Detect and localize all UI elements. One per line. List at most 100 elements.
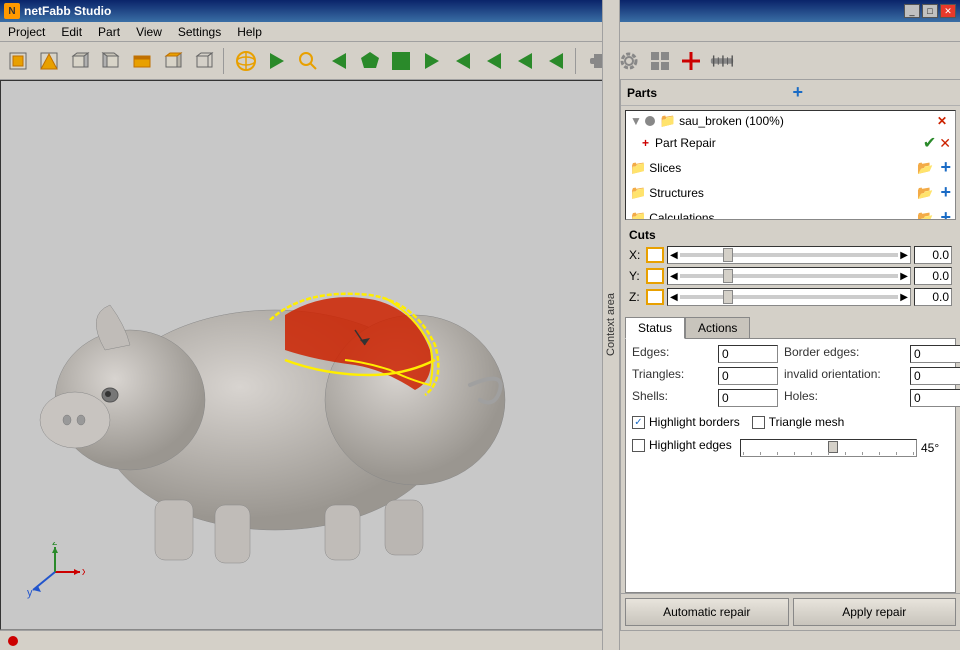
tree-label-slices: Slices xyxy=(649,161,681,175)
svg-text:y: y xyxy=(27,587,33,599)
edges-value: 0 xyxy=(718,345,778,363)
view-bottom-button[interactable] xyxy=(128,47,156,75)
cut-x-checkbox[interactable] xyxy=(646,247,664,263)
tab-status[interactable]: Status xyxy=(625,317,685,339)
cut-y-value[interactable]: 0.0 xyxy=(914,267,952,285)
parts-add-button[interactable]: + xyxy=(793,82,955,103)
pig-scene xyxy=(1,81,619,629)
angle-value: 45° xyxy=(921,441,949,455)
cut-row-z: Z: ◀ ▶ 0.0 xyxy=(629,288,952,306)
menu-project[interactable]: Project xyxy=(4,24,49,40)
highlight-edges-checkbox[interactable] xyxy=(632,439,645,452)
cut-x-value[interactable]: 0.0 xyxy=(914,246,952,264)
view-solid-button[interactable] xyxy=(159,47,187,75)
angle-slider[interactable] xyxy=(740,439,917,457)
cut-x-thumb[interactable] xyxy=(723,248,733,262)
minimize-button[interactable]: _ xyxy=(904,4,920,18)
invalid-orient-value: 0 xyxy=(910,367,960,385)
cut-x-arrow-left[interactable]: ◀ xyxy=(670,250,678,261)
status-grid: Edges: 0 Border edges: 0 Triangles: 0 in… xyxy=(632,345,949,407)
cut-z-value[interactable]: 0.0 xyxy=(914,288,952,306)
menubar: Project Edit Part View Settings Help xyxy=(0,22,960,42)
grid-button[interactable] xyxy=(646,47,674,75)
tree-row-repair[interactable]: + Part Repair ✔ ✕ xyxy=(638,131,955,155)
arrow-right-1-button[interactable] xyxy=(263,47,291,75)
status-tabs: Status Actions xyxy=(625,317,956,338)
cut-y-checkbox[interactable] xyxy=(646,268,664,284)
angle-ticks xyxy=(741,452,916,456)
square-green-button[interactable] xyxy=(387,47,415,75)
calculations-folder-icon: 📁 xyxy=(630,210,646,221)
view-right-button[interactable] xyxy=(66,47,94,75)
cut-y-arrow-left[interactable]: ◀ xyxy=(670,271,678,282)
highlight-borders-checkbox[interactable] xyxy=(632,416,645,429)
cut-z-thumb[interactable] xyxy=(723,290,733,304)
view-front-button[interactable] xyxy=(4,47,32,75)
pentagon-button[interactable] xyxy=(356,47,384,75)
separator-2 xyxy=(575,48,579,74)
structures-folder-icon: 📁 xyxy=(630,185,646,201)
close-button[interactable]: ✕ xyxy=(940,4,956,18)
menu-settings[interactable]: Settings xyxy=(174,24,225,40)
viewport[interactable]: x z y xyxy=(0,80,620,630)
tab-actions[interactable]: Actions xyxy=(685,317,750,338)
highlight-borders-row: Highlight borders xyxy=(632,415,740,429)
triangles-value: 0 xyxy=(718,367,778,385)
cut-x-arrow-right[interactable]: ▶ xyxy=(900,250,908,261)
tree-row-calculations[interactable]: 📁 Calculations 📂 + xyxy=(626,205,955,220)
apply-repair-button[interactable]: Apply repair xyxy=(793,598,957,626)
window-controls[interactable]: _ □ ✕ xyxy=(904,4,956,18)
app-icon: N xyxy=(4,3,20,19)
tree-row-sau[interactable]: ▼ 📁 sau_broken (100%) ✕ xyxy=(626,111,955,131)
view-top-button[interactable] xyxy=(35,47,63,75)
cut-y-arrow-right[interactable]: ▶ xyxy=(900,271,908,282)
menu-help[interactable]: Help xyxy=(233,24,266,40)
triangle-mesh-label: Triangle mesh xyxy=(769,415,845,429)
automatic-repair-button[interactable]: Automatic repair xyxy=(625,598,789,626)
svg-text:x: x xyxy=(82,566,85,578)
holes-label: Holes: xyxy=(784,389,904,407)
search-zoom-button[interactable] xyxy=(294,47,322,75)
structures-add-button[interactable]: + xyxy=(940,182,951,203)
triangle-mesh-checkbox[interactable] xyxy=(752,416,765,429)
parts-tree: ▼ 📁 sau_broken (100%) ✕ + Part Repair ✔ … xyxy=(625,110,956,220)
tree-label-repair: Part Repair xyxy=(655,136,716,150)
arrow-left-3-button[interactable] xyxy=(480,47,508,75)
add-red-button[interactable] xyxy=(677,47,705,75)
arrow-left-2-button[interactable] xyxy=(449,47,477,75)
menu-part[interactable]: Part xyxy=(94,24,124,40)
toolbar xyxy=(0,42,960,80)
cut-z-arrow-left[interactable]: ◀ xyxy=(670,292,678,303)
cuts-title: Cuts xyxy=(629,228,952,242)
cut-y-thumb[interactable] xyxy=(723,269,733,283)
view-left-button[interactable] xyxy=(97,47,125,75)
cut-z-label: Z: xyxy=(629,290,643,304)
calculations-add-button[interactable]: + xyxy=(940,207,951,220)
menu-edit[interactable]: Edit xyxy=(57,24,86,40)
window-title: netFabb Studio xyxy=(24,4,904,18)
cuts-section: Cuts X: ◀ ▶ 0.0 Y: ◀ xyxy=(625,224,956,313)
arrow-left-5-button[interactable] xyxy=(542,47,570,75)
maximize-button[interactable]: □ xyxy=(922,4,938,18)
menu-view[interactable]: View xyxy=(132,24,166,40)
repair-plus-icon: + xyxy=(642,136,649,150)
cut-z-checkbox[interactable] xyxy=(646,289,664,305)
view-wire-button[interactable] xyxy=(190,47,218,75)
tree-row-structures[interactable]: 📁 Structures 📂 + xyxy=(626,180,955,205)
arrow-left-1-button[interactable] xyxy=(325,47,353,75)
slices-add-button[interactable]: + xyxy=(940,157,951,178)
tree-label-structures: Structures xyxy=(649,186,704,200)
tree-label-calculations: Calculations xyxy=(649,211,714,221)
sphere-rotate-button[interactable] xyxy=(232,47,260,75)
arrow-left-4-button[interactable] xyxy=(511,47,539,75)
axis-indicator: x z y xyxy=(25,542,85,605)
cut-x-label: X: xyxy=(629,248,643,262)
context-area-label[interactable]: Context area xyxy=(602,0,620,650)
cut-z-arrow-right[interactable]: ▶ xyxy=(900,292,908,303)
invalid-orient-label: invalid orientation: xyxy=(784,367,904,385)
highlight-edges-row: Highlight edges xyxy=(632,438,732,452)
measure-button[interactable] xyxy=(708,47,736,75)
structures-open-icon: 📂 xyxy=(917,185,933,201)
tree-row-slices[interactable]: 📁 Slices 📂 + xyxy=(626,155,955,180)
arrow-right-2-button[interactable] xyxy=(418,47,446,75)
